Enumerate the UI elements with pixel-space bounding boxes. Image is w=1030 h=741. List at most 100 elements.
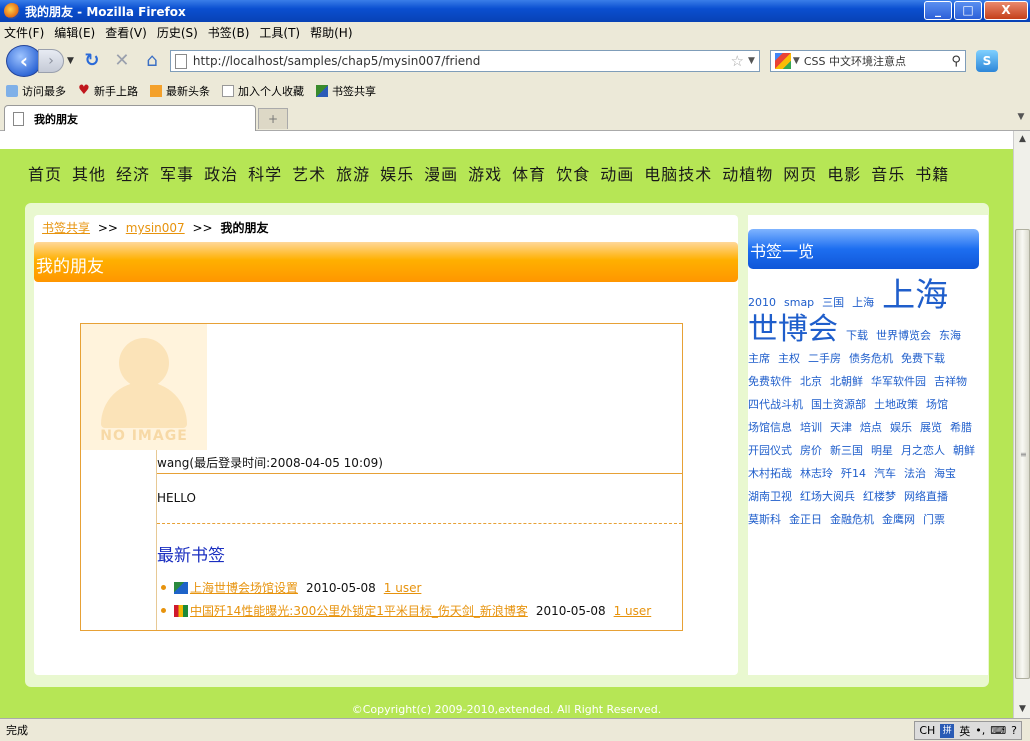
bookmark-getting-started[interactable]: ♥ 新手上路 xyxy=(78,83,138,99)
vertical-scrollbar[interactable]: ▲ ≡ ▼ xyxy=(1013,131,1030,718)
forward-button[interactable]: › xyxy=(38,49,64,73)
tag-link[interactable]: 土地政策 xyxy=(874,393,918,416)
tag-link[interactable]: 金鹰网 xyxy=(882,508,915,531)
tag-link[interactable]: 北朝鲜 xyxy=(830,370,863,393)
tag-link[interactable]: 东海 xyxy=(939,324,961,347)
tag-link[interactable]: smap xyxy=(784,291,814,314)
tag-link[interactable]: 华军软件园 xyxy=(871,370,926,393)
tag-link[interactable]: 免费软件 xyxy=(748,370,792,393)
tag-link[interactable]: 三国 xyxy=(822,291,844,314)
tag-link[interactable]: 法治 xyxy=(904,462,926,485)
tag-link[interactable]: 四代战斗机 xyxy=(748,393,803,416)
tag-link[interactable]: 新三国 xyxy=(830,439,863,462)
bookmark-star-icon[interactable]: ☆ xyxy=(731,52,744,70)
channel-link[interactable]: 动植物 xyxy=(722,161,773,185)
ime-toolbar[interactable]: CH 拼 英 •, ⌨ ? xyxy=(914,721,1022,740)
search-input[interactable]: CSS 中文环境注意点 xyxy=(804,53,952,69)
channel-link[interactable]: 娱乐 xyxy=(380,161,414,185)
tag-link[interactable]: 朝鲜 xyxy=(953,439,975,462)
channel-link[interactable]: 动画 xyxy=(600,161,634,185)
tag-link[interactable]: 娱乐 xyxy=(890,416,912,439)
tag-link[interactable]: 场馆 xyxy=(926,393,948,416)
scroll-down-icon[interactable]: ▼ xyxy=(1014,701,1030,718)
tag-link[interactable]: 吉祥物 xyxy=(934,370,967,393)
bookmark-link[interactable]: 上海世博会场馆设置 xyxy=(190,579,298,596)
minimize-button[interactable]: _ xyxy=(924,1,952,20)
tag-link[interactable]: 展览 xyxy=(920,416,942,439)
channel-link[interactable]: 书籍 xyxy=(915,161,949,185)
ime-mode[interactable]: 英 xyxy=(959,723,970,739)
tag-link[interactable]: 国土资源部 xyxy=(811,393,866,416)
channel-link[interactable]: 游戏 xyxy=(468,161,502,185)
tag-link[interactable]: 天津 xyxy=(830,416,852,439)
tag-link[interactable]: 二手房 xyxy=(808,347,841,370)
home-icon[interactable]: ⌂ xyxy=(140,49,164,73)
breadcrumb-user-link[interactable]: mysin007 xyxy=(126,221,185,235)
menu-tools[interactable]: 工具(T) xyxy=(259,24,300,41)
ime-punct-icon[interactable]: •, xyxy=(975,724,985,737)
url-dropdown-icon[interactable]: ▼ xyxy=(748,56,755,66)
bookmark-add-favorite[interactable]: 加入个人收藏 xyxy=(222,83,304,99)
bookmark-users-link[interactable]: 1 user xyxy=(384,581,422,595)
help-icon[interactable]: ? xyxy=(1011,724,1017,737)
channel-link[interactable]: 电影 xyxy=(827,161,861,185)
tag-link[interactable]: 林志玲 xyxy=(800,462,833,485)
channel-link[interactable]: 艺术 xyxy=(292,161,326,185)
menu-file[interactable]: 文件(F) xyxy=(4,24,44,41)
tag-link[interactable]: 下载 xyxy=(846,324,868,347)
tag-link[interactable]: 房价 xyxy=(800,439,822,462)
tag-link[interactable]: 莫斯科 xyxy=(748,508,781,531)
stop-icon[interactable]: ✕ xyxy=(110,49,134,73)
menu-history[interactable]: 历史(S) xyxy=(157,24,198,41)
tag-link[interactable]: 希腊 xyxy=(950,416,972,439)
back-button[interactable]: ‹ xyxy=(6,45,42,77)
tag-link[interactable]: 红场大阅兵 xyxy=(800,485,855,508)
tag-link[interactable]: 世博会 xyxy=(748,314,838,346)
channel-link[interactable]: 首页 xyxy=(28,161,62,185)
tag-link[interactable]: 金融危机 xyxy=(830,508,874,531)
new-tab-button[interactable]: + xyxy=(258,108,288,129)
menu-bookmarks[interactable]: 书签(B) xyxy=(208,24,250,41)
scroll-thumb[interactable]: ≡ xyxy=(1015,229,1030,679)
tag-link[interactable]: 月之恋人 xyxy=(901,439,945,462)
tag-link[interactable]: 主权 xyxy=(778,347,800,370)
tag-link[interactable]: 红楼梦 xyxy=(863,485,896,508)
history-dropdown-icon[interactable]: ▼ xyxy=(67,56,74,66)
skype-icon[interactable]: S xyxy=(975,50,998,72)
channel-link[interactable]: 科学 xyxy=(248,161,282,185)
channel-link[interactable]: 其他 xyxy=(72,161,106,185)
search-bar[interactable]: ▼ CSS 中文环境注意点 ⚲ xyxy=(769,50,966,72)
breadcrumb-root-link[interactable]: 书签共享 xyxy=(42,221,90,235)
ime-input-icon[interactable]: 拼 xyxy=(940,723,955,738)
tab-list-icon[interactable]: ▼ xyxy=(1014,107,1028,127)
tag-link[interactable]: 门票 xyxy=(923,508,945,531)
bookmark-users-link[interactable]: 1 user xyxy=(614,604,652,618)
bookmark-share[interactable]: 书签共享 xyxy=(316,83,376,99)
url-text[interactable]: http://localhost/samples/chap5/mysin007/… xyxy=(193,54,731,68)
close-button[interactable]: X xyxy=(984,1,1028,20)
tag-link[interactable]: 上海 xyxy=(882,277,948,313)
tag-link[interactable]: 汽车 xyxy=(874,462,896,485)
channel-link[interactable]: 旅游 xyxy=(336,161,370,185)
tab-my-friends[interactable]: 我的朋友 xyxy=(4,105,256,131)
channel-link[interactable]: 饮食 xyxy=(556,161,590,185)
tag-link[interactable]: 场馆信息 xyxy=(748,416,792,439)
scroll-up-icon[interactable]: ▲ xyxy=(1014,131,1030,148)
menu-help[interactable]: 帮助(H) xyxy=(310,24,352,41)
maximize-button[interactable]: □ xyxy=(954,1,982,20)
tag-link[interactable]: 海宝 xyxy=(934,462,956,485)
channel-link[interactable]: 音乐 xyxy=(871,161,905,185)
tag-link[interactable]: 焙点 xyxy=(860,416,882,439)
reload-icon[interactable]: ↻ xyxy=(80,49,104,73)
tag-link[interactable]: 木村拓哉 xyxy=(748,462,792,485)
tag-link[interactable]: 歼14 xyxy=(841,462,866,485)
tag-link[interactable]: 主席 xyxy=(748,347,770,370)
search-engine-dropdown-icon[interactable]: ▼ xyxy=(793,56,800,66)
ime-softkeyboard-icon[interactable]: ⌨ xyxy=(990,724,1006,737)
bookmark-link[interactable]: 中国歼14性能曝光:300公里外锁定1平米目标_伤天剑_新浪博客 xyxy=(190,602,528,619)
channel-link[interactable]: 网页 xyxy=(783,161,817,185)
tag-link[interactable]: 金正日 xyxy=(789,508,822,531)
tag-link[interactable]: 网络直播 xyxy=(904,485,948,508)
tag-link[interactable]: 湖南卫视 xyxy=(748,485,792,508)
menu-view[interactable]: 查看(V) xyxy=(105,24,147,41)
